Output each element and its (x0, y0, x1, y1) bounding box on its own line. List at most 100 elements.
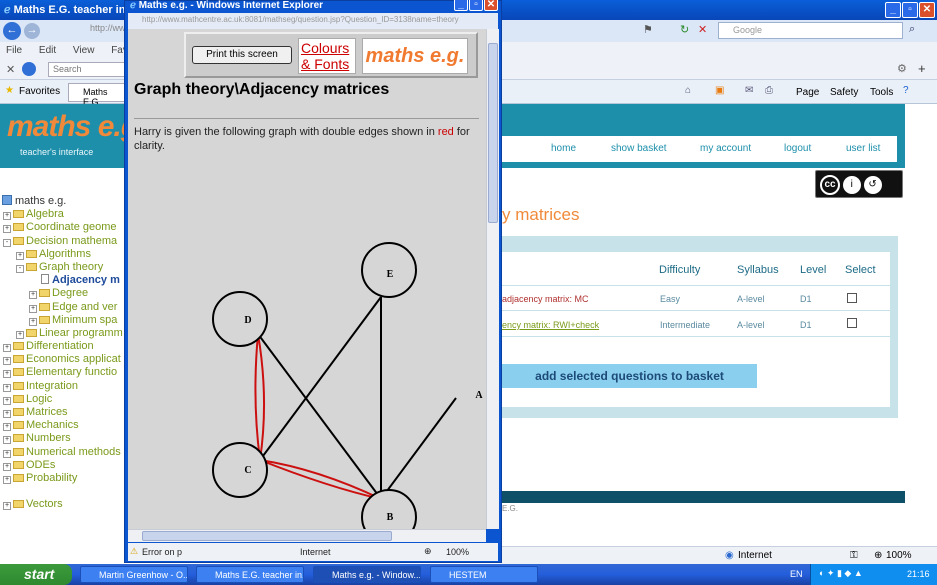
tree-item[interactable]: + Linear programm (0, 327, 125, 340)
tree-item[interactable]: + Integration (0, 380, 125, 393)
expand-icon[interactable]: + (3, 212, 11, 221)
expand-icon[interactable]: + (29, 291, 37, 300)
expand-icon[interactable]: + (29, 304, 37, 313)
help-icon[interactable]: ? (903, 85, 909, 96)
close-toolbar-icon[interactable]: ✕ (6, 63, 15, 76)
back-icon[interactable]: ← (3, 22, 21, 40)
search-icon[interactable]: ⌕ (909, 23, 915, 36)
wrench-icon[interactable]: ⚙ (897, 62, 907, 75)
tree-item[interactable]: + Algorithms (0, 248, 125, 261)
minimize-button[interactable]: _ (885, 2, 901, 18)
tree-item[interactable]: + Numbers (0, 432, 125, 445)
question-link[interactable]: ency matrix: RWI+check (502, 320, 599, 330)
search-box[interactable]: Google (718, 22, 903, 39)
popup-vertical-scrollbar[interactable] (486, 29, 499, 529)
select-checkbox[interactable] (847, 318, 857, 328)
tree-item[interactable]: + Coordinate geome (0, 221, 125, 234)
close-button[interactable]: ✕ (919, 2, 935, 18)
zoom-level[interactable]: 100% (446, 547, 469, 557)
language-indicator[interactable]: EN (790, 569, 803, 579)
popup-minimize-button[interactable]: _ (454, 0, 468, 11)
taskbar-item[interactable]: HESTEM (430, 566, 538, 583)
forward-icon[interactable]: → (24, 23, 40, 39)
expand-icon[interactable]: + (16, 251, 24, 260)
add-icon[interactable]: + (918, 61, 926, 76)
tree-item[interactable]: - Graph theory (0, 261, 125, 274)
nav-user-list[interactable]: user list (846, 143, 880, 154)
zoom-level[interactable]: 100% (886, 550, 912, 561)
tray-icons[interactable]: ◐ ✦ ▮ ◆ ▲ (819, 568, 863, 579)
print-icon[interactable]: ⎙ (765, 85, 773, 96)
tree-item[interactable]: maths e.g. (0, 195, 125, 208)
expand-icon[interactable]: + (3, 462, 11, 471)
expand-icon[interactable]: + (3, 475, 11, 484)
nav-home[interactable]: home (551, 143, 576, 154)
expand-icon[interactable]: + (3, 344, 11, 353)
expand-icon[interactable]: + (3, 370, 11, 379)
tree-item[interactable]: + ODEs (0, 459, 125, 472)
expand-icon[interactable]: + (3, 449, 11, 458)
tree-item[interactable]: + Numerical methods (0, 446, 125, 459)
favorites-button[interactable]: Favorites (19, 86, 60, 97)
cc-license-badge[interactable]: cc i ↺ (815, 170, 903, 198)
taskbar-item[interactable]: Martin Greenhow - O... (80, 566, 188, 583)
expand-icon[interactable]: + (3, 357, 11, 366)
add-to-basket-button[interactable]: add selected questions to basket (502, 364, 757, 388)
menu-file[interactable]: File (6, 45, 22, 56)
popup-close-button[interactable]: ✕ (484, 0, 498, 11)
nav-my-account[interactable]: my account (700, 143, 751, 154)
taskbar-item-active[interactable]: Maths e.g. - Window... (313, 566, 421, 583)
home-icon[interactable]: ⌂ (685, 85, 691, 96)
maximize-button[interactable]: ▫ (902, 2, 918, 18)
tree-item[interactable]: + Algebra (0, 208, 125, 221)
expand-icon[interactable]: + (3, 383, 11, 392)
page-menu[interactable]: Page (796, 87, 819, 98)
start-button[interactable]: start (0, 564, 72, 585)
scroll-thumb[interactable] (488, 43, 498, 223)
refresh-icon[interactable]: ↻ (680, 23, 689, 36)
tools-menu[interactable]: Tools (870, 87, 893, 98)
expand-icon[interactable]: + (3, 410, 11, 418)
nav-show-basket[interactable]: show basket (611, 143, 667, 154)
expand-icon[interactable]: + (3, 423, 11, 432)
expand-icon[interactable]: + (3, 436, 11, 445)
tree-item[interactable]: + Elementary functio (0, 366, 125, 379)
tree-item[interactable]: + Probability (0, 472, 125, 485)
popup-titlebar[interactable]: ℯ Maths e.g. - Windows Internet Explorer… (124, 0, 502, 12)
browser-tab[interactable]: Maths E.G. (68, 83, 126, 107)
tree-item[interactable]: + Edge and ver (0, 301, 125, 314)
collapse-icon[interactable]: - (3, 238, 11, 247)
expand-icon[interactable]: + (3, 225, 11, 234)
tree-item[interactable]: + Logic (0, 393, 125, 406)
expand-icon[interactable]: + (3, 396, 11, 405)
toolbar-search-input[interactable]: Search (48, 62, 128, 77)
collapse-icon[interactable]: - (16, 264, 24, 273)
safety-menu[interactable]: Safety (830, 87, 858, 98)
status-text[interactable]: Error on p (142, 547, 182, 557)
tree-item[interactable]: + Minimum spa (0, 314, 125, 327)
menu-edit[interactable]: Edit (39, 45, 56, 56)
tree-item[interactable]: + Mechanics (0, 419, 125, 432)
tree-item[interactable]: - Decision mathema (0, 235, 125, 248)
menu-view[interactable]: View (73, 45, 95, 56)
mail-icon[interactable]: ✉ (745, 85, 753, 96)
question-link[interactable]: adjacency matrix: MC (502, 294, 589, 304)
stop-icon[interactable]: ✕ (698, 23, 707, 36)
popup-horizontal-scrollbar[interactable] (128, 529, 486, 542)
nav-logout[interactable]: logout (784, 143, 811, 154)
expand-icon[interactable]: + (29, 317, 37, 326)
expand-icon[interactable]: + (16, 330, 24, 339)
popup-maximize-button[interactable]: ▫ (469, 0, 483, 11)
tree-item[interactable]: + Matrices (0, 406, 125, 419)
select-checkbox[interactable] (847, 293, 857, 303)
tree-item[interactable]: + Vectors (0, 498, 125, 511)
popup-address-bar[interactable]: http://www.mathcentre.ac.uk:8081/mathseg… (128, 13, 498, 29)
expand-icon[interactable]: + (3, 502, 11, 511)
tree-item[interactable]: + Economics applicat (0, 353, 125, 366)
tree-item[interactable]: + Differentiation (0, 340, 125, 353)
feeds-icon[interactable]: ▣ (715, 85, 724, 96)
taskbar-item[interactable]: Maths E.G. teacher in... (196, 566, 304, 583)
scroll-thumb[interactable] (142, 531, 392, 541)
address-input[interactable]: http://ww (90, 23, 126, 33)
tree-item[interactable]: + Degree (0, 287, 125, 300)
